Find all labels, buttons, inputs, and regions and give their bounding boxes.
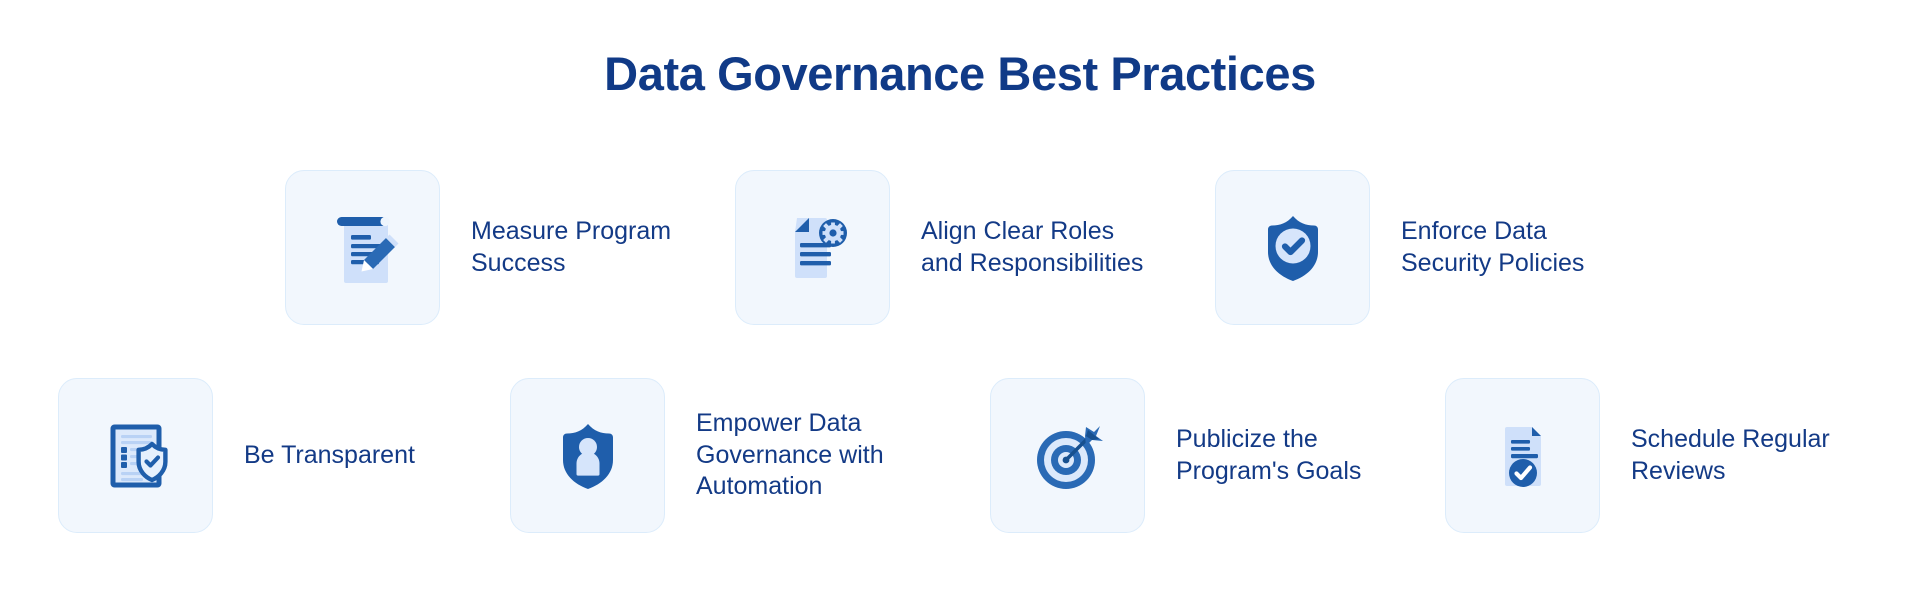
practice-label: Align Clear Roles and Responsibilities <box>921 216 1144 277</box>
practice-item-schedule-regular-reviews: Schedule Regular Reviews <box>1445 378 1830 533</box>
practice-item-measure-program-success: Measure Program Success <box>285 170 671 325</box>
document-gear-icon <box>767 202 859 294</box>
icon-card <box>510 378 665 533</box>
target-dart-icon <box>1022 410 1114 502</box>
icon-card <box>1215 170 1370 325</box>
practice-label: Schedule Regular Reviews <box>1631 424 1830 485</box>
practice-label: Be Transparent <box>244 440 415 469</box>
infographic-page: Data Governance Best Practices Measure P… <box>0 0 1920 600</box>
document-pen-icon <box>317 202 409 294</box>
practice-item-enforce-data-security: Enforce Data Security Policies <box>1215 170 1584 325</box>
shield-check-icon <box>1247 202 1339 294</box>
document-check-icon <box>1477 410 1569 502</box>
page-title: Data Governance Best Practices <box>604 47 1316 100</box>
practice-item-empower-with-automation: Empower Data Governance with Automation <box>510 378 884 533</box>
practice-label: Enforce Data Security Policies <box>1401 216 1585 277</box>
practice-item-align-clear-roles: Align Clear Roles and Responsibilities <box>735 170 1143 325</box>
practice-item-publicize-program-goals: Publicize the Program's Goals <box>990 378 1361 533</box>
practice-label: Publicize the Program's Goals <box>1176 424 1362 485</box>
icon-card <box>1445 378 1600 533</box>
icon-card <box>58 378 213 533</box>
icon-card <box>285 170 440 325</box>
shield-person-icon <box>542 410 634 502</box>
practice-label: Empower Data Governance with Automation <box>696 408 884 501</box>
icon-card <box>990 378 1145 533</box>
practice-label: Measure Program Success <box>471 216 672 277</box>
practice-item-be-transparent: Be Transparent <box>58 378 415 533</box>
document-shield-icon <box>90 410 182 502</box>
icon-card <box>735 170 890 325</box>
